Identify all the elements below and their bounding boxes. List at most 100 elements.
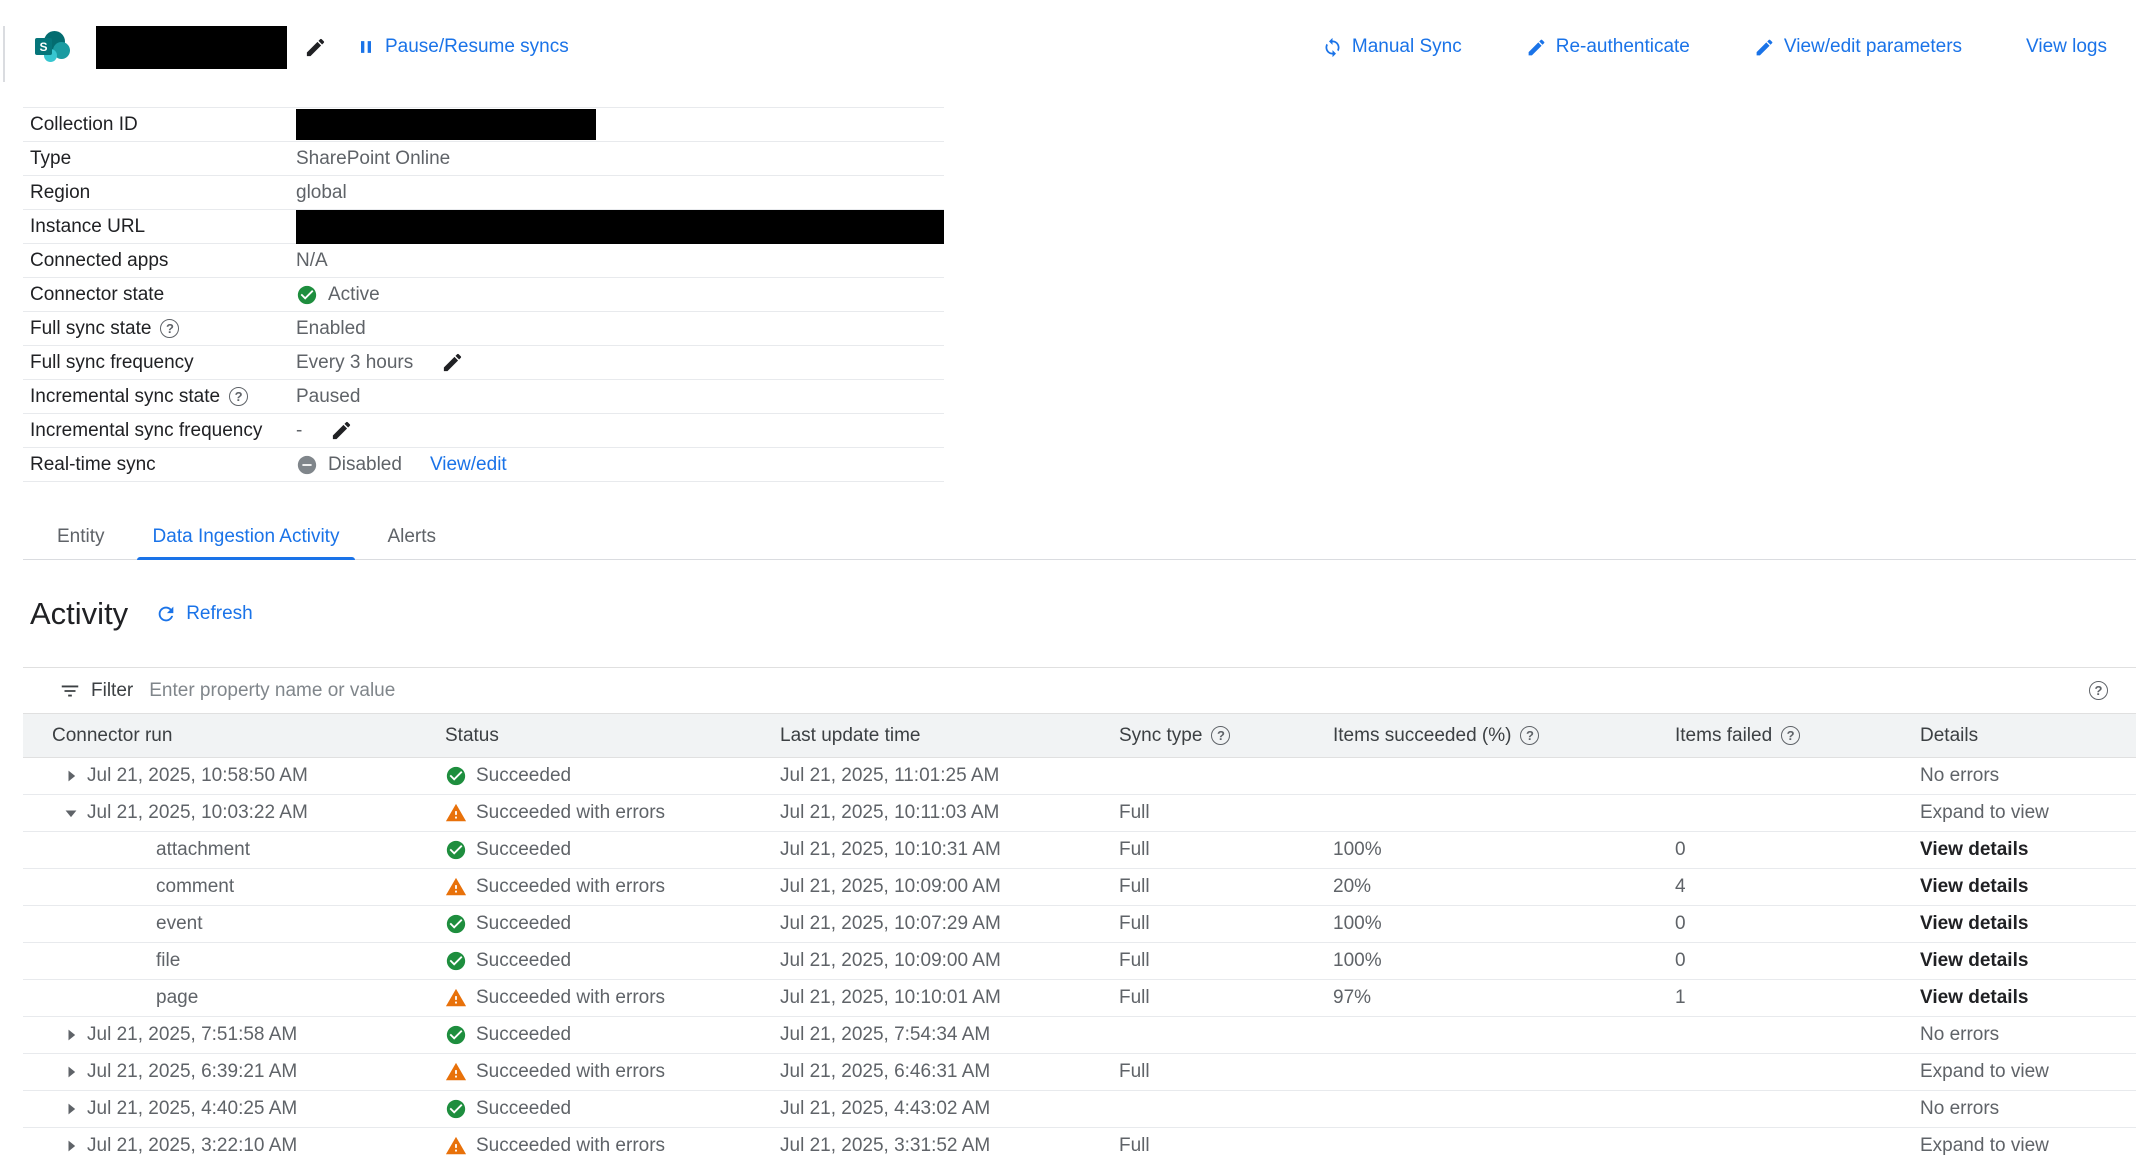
help-icon[interactable]: ? — [160, 319, 179, 338]
help-icon[interactable]: ? — [1211, 726, 1230, 745]
manual-sync-button[interactable]: Manual Sync — [1322, 36, 1462, 58]
column-header-last-update-time: Last update time — [780, 725, 1119, 747]
table-row: Jul 21, 2025, 6:39:21 AMSucceeded with e… — [23, 1054, 2136, 1091]
last-update-time: Jul 21, 2025, 10:10:31 AM — [780, 839, 1119, 861]
tab-data-ingestion-activity[interactable]: Data Ingestion Activity — [129, 515, 364, 559]
pause-icon — [356, 37, 376, 57]
items-succeeded: 100% — [1333, 913, 1675, 935]
help-icon[interactable]: ? — [1781, 726, 1800, 745]
activity-header: Activity Refresh — [30, 596, 2149, 632]
filter-input[interactable] — [149, 680, 2089, 702]
last-update-time: Jul 21, 2025, 11:01:25 AM — [780, 765, 1119, 787]
table-row: eventSucceededJul 21, 2025, 10:07:29 AMF… — [23, 906, 2136, 943]
tab-entity[interactable]: Entity — [33, 515, 129, 559]
view-edit-parameters-button[interactable]: View/edit parameters — [1754, 36, 1962, 58]
table-row: comment Succeeded with errors Jul 21, 2025… — [23, 869, 2136, 906]
warning-icon — [445, 987, 467, 1009]
items-failed: 4 — [1675, 876, 1920, 898]
items-failed: 0 — [1675, 913, 1920, 935]
last-update-time: Jul 21, 2025, 7:54:34 AM — [780, 1024, 1119, 1046]
entity-name: file — [156, 950, 180, 972]
last-update-time: Jul 21, 2025, 10:10:01 AM — [780, 987, 1119, 1009]
edit-icon[interactable] — [441, 351, 464, 374]
sync-type: Full — [1119, 913, 1333, 935]
sharepoint-icon: S — [35, 30, 71, 64]
connector-run-time: Jul 21, 2025, 10:03:22 AM — [87, 802, 308, 824]
connector-state-label: Connector state — [30, 284, 164, 306]
sync-type: Full — [1119, 802, 1333, 824]
activity-table: Filter ? Connector runStatusLast update … — [23, 667, 2136, 1159]
collection-id-label: Collection ID — [30, 114, 138, 136]
real-time-sync-view-edit-link[interactable]: View/edit — [430, 454, 507, 476]
items-failed: 0 — [1675, 839, 1920, 861]
sync-type: Full — [1119, 839, 1333, 861]
manual-sync-label: Manual Sync — [1352, 36, 1462, 58]
type-value: SharePoint Online — [296, 148, 450, 170]
refresh-button[interactable]: Refresh — [155, 603, 253, 625]
re-authenticate-button[interactable]: Re-authenticate — [1526, 36, 1690, 58]
table-help-icon[interactable]: ? — [2089, 681, 2108, 700]
property-row: Regionglobal — [23, 176, 944, 210]
incremental-sync-state-label: Incremental sync state — [30, 386, 220, 408]
connected-apps-label: Connected apps — [30, 250, 168, 272]
activity-title: Activity — [30, 596, 128, 632]
real-time-sync-label: Real-time sync — [30, 454, 156, 476]
sync-type: Full — [1119, 876, 1333, 898]
sync-type: Full — [1119, 987, 1333, 1009]
header-actions: Manual Sync Re-authenticate View/edit para… — [1322, 36, 2107, 58]
property-row: Connected appsN/A — [23, 244, 944, 278]
refresh-label: Refresh — [186, 603, 253, 625]
full-sync-frequency-label: Full sync frequency — [30, 352, 194, 374]
last-update-time: Jul 21, 2025, 10:11:03 AM — [780, 802, 1119, 824]
items-succeeded: 20% — [1333, 876, 1675, 898]
property-row: Connector stateActive — [23, 278, 944, 312]
tabs: EntityData Ingestion ActivityAlerts — [23, 515, 2136, 560]
tab-alerts[interactable]: Alerts — [363, 515, 460, 559]
edit-icon[interactable] — [330, 419, 353, 442]
warning-icon — [445, 802, 467, 824]
status-label: Succeeded — [476, 765, 571, 787]
last-update-time: Jul 21, 2025, 10:09:00 AM — [780, 876, 1119, 898]
table-row: pageSucceeded with errorsJul 21, 2025, 1… — [23, 980, 2136, 1017]
pause-resume-syncs-button[interactable]: Pause/Resume syncs — [356, 36, 569, 58]
entity-name: event — [156, 913, 202, 935]
details-text: Expand to view — [1920, 1135, 2049, 1157]
view-details-link[interactable]: View details — [1920, 987, 2028, 1009]
panel-edge-divider — [3, 26, 5, 82]
check-circle-icon — [445, 1024, 467, 1046]
expand-row-icon[interactable] — [61, 766, 81, 786]
expand-row-icon[interactable] — [61, 1062, 81, 1082]
filter-bar: Filter ? — [23, 668, 2136, 713]
filter-icon — [59, 680, 81, 702]
view-logs-button[interactable]: View logs — [2026, 36, 2107, 58]
view-details-link[interactable]: View details — [1920, 876, 2028, 898]
expand-row-icon[interactable] — [61, 1025, 81, 1045]
view-details-link[interactable]: View details — [1920, 913, 2028, 935]
last-update-time: Jul 21, 2025, 3:31:52 AM — [780, 1135, 1119, 1157]
view-details-link[interactable]: View details — [1920, 839, 2028, 861]
sync-type: Full — [1119, 950, 1333, 972]
edit-name-icon[interactable] — [304, 36, 327, 59]
instance-url-label: Instance URL — [30, 216, 145, 238]
help-icon[interactable]: ? — [229, 387, 248, 406]
column-header-items-failed: Items failed? — [1675, 725, 1920, 747]
connector-run-time: Jul 21, 2025, 4:40:25 AM — [87, 1098, 297, 1120]
expand-row-icon[interactable] — [61, 1099, 81, 1119]
details-text: Expand to view — [1920, 1061, 2049, 1083]
connector-run-time: Jul 21, 2025, 3:22:10 AM — [87, 1135, 297, 1157]
entity-name: comment — [156, 876, 234, 898]
status-label: Succeeded with errors — [476, 876, 665, 898]
warning-icon — [445, 1135, 467, 1157]
help-icon[interactable]: ? — [1520, 726, 1539, 745]
collapse-row-icon[interactable] — [61, 803, 81, 823]
status-label: Succeeded — [476, 913, 571, 935]
table-row: Jul 21, 2025, 10:03:22 AMSucceeded with … — [23, 795, 2136, 832]
check-circle-icon — [445, 913, 467, 935]
view-details-link[interactable]: View details — [1920, 950, 2028, 972]
expand-row-icon[interactable] — [61, 1136, 81, 1156]
pencil-icon — [1526, 37, 1547, 58]
entity-name: page — [156, 987, 198, 1009]
table-header-row: Connector runStatusLast update timeSync … — [23, 713, 2136, 758]
full-sync-state-label: Full sync state — [30, 318, 151, 340]
incremental-sync-frequency-value: - — [296, 420, 302, 442]
